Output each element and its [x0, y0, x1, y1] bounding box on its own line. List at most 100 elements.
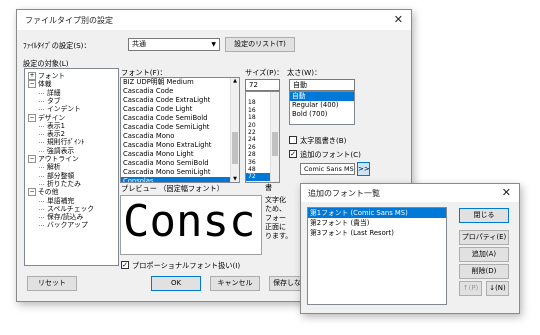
- tree-item-label: 表示2: [47, 130, 65, 139]
- tree-item[interactable]: スペルチェック: [39, 205, 94, 213]
- tree-connector: [39, 167, 44, 169]
- ok-button[interactable]: OK: [151, 276, 201, 291]
- main-titlebar: ファイルタイプ別の設定 ✕: [17, 10, 411, 30]
- font-list-item[interactable]: Cascadia Mono: [121, 132, 239, 141]
- add-font-list-button[interactable]: >>: [357, 162, 370, 176]
- additional-fonts-dialog: 追加のフォント一覧 ✕ 第1フォント (Comic Sans MS) 第2フォント…: [300, 183, 520, 314]
- note-line: 正面に: [265, 223, 286, 231]
- scroll-thumb[interactable]: [232, 132, 238, 164]
- tree-connector: [39, 150, 44, 152]
- tree-item[interactable]: 折りたたみ: [39, 179, 81, 188]
- move-up-button[interactable]: ↑(P): [459, 281, 482, 296]
- font-list-item[interactable]: BIZ UDP明朝 Medium: [121, 78, 239, 87]
- collapse-icon[interactable]: −: [28, 188, 36, 197]
- collapse-icon[interactable]: −: [28, 113, 36, 122]
- close-button[interactable]: 閉じる: [459, 208, 509, 223]
- font-list-item[interactable]: Cascadia Code Light: [121, 105, 239, 114]
- add-font-field[interactable]: Comic Sans MS, 貴当: [300, 163, 355, 175]
- tree-item-label: 表示1: [47, 121, 65, 130]
- font-list-item[interactable]: Cascadia Mono SemiBold: [121, 159, 239, 168]
- tree-item-label: その他: [38, 188, 59, 197]
- tree-item-label: タブ: [47, 96, 61, 105]
- tree-item[interactable]: バックアップ: [39, 221, 88, 229]
- tree-item-label: 強調表示: [47, 146, 75, 155]
- tree-connector: [39, 92, 44, 94]
- tree-item[interactable]: 規則行ﾎﾟｲﾝﾄ: [39, 138, 85, 147]
- italic-checkbox[interactable]: [289, 136, 297, 144]
- tree-item[interactable]: 表示2: [39, 130, 65, 139]
- tree-item-label: 折りたたみ: [47, 179, 81, 188]
- font-list-item[interactable]: Consolas: [121, 177, 239, 182]
- close-icon[interactable]: ✕: [394, 13, 403, 26]
- tree-item-label: フォント: [38, 72, 66, 80]
- font-list-item[interactable]: Cascadia Mono ExtraLight: [121, 141, 239, 150]
- additional-font-item[interactable]: 第3フォント (Last Resort): [308, 228, 446, 238]
- tree-item[interactable]: − デザイン: [28, 113, 65, 122]
- font-list[interactable]: BIZ UDP明朝 Medium Cascadia Code Cascadia Co…: [120, 77, 240, 183]
- note-line: フォー: [265, 214, 286, 222]
- reset-button[interactable]: リセット: [27, 276, 77, 291]
- tree-item-label: 単語補完: [47, 196, 75, 205]
- chevron-down-icon: ▼: [211, 41, 216, 48]
- tree-item[interactable]: タブ: [39, 96, 61, 105]
- cancel-button[interactable]: キャンセル: [210, 276, 260, 291]
- tree-item[interactable]: + フォント: [28, 72, 65, 80]
- weight-input[interactable]: 自動: [289, 79, 355, 91]
- collapse-icon[interactable]: −: [28, 155, 36, 163]
- settings-list-button[interactable]: 設定のリスト(T): [225, 37, 295, 52]
- additional-fonts-list[interactable]: 第1フォント (Comic Sans MS) 第2フォント (貴当) 第3フォント …: [307, 207, 447, 305]
- tree-connector: [39, 217, 44, 219]
- font-list-item[interactable]: Cascadia Mono Light: [121, 150, 239, 159]
- tree-item[interactable]: 表示1: [39, 121, 65, 130]
- size-list-scrollbar[interactable]: [270, 92, 279, 182]
- scroll-down-icon[interactable]: ▼: [231, 176, 239, 182]
- delete-button[interactable]: 削除(D): [459, 264, 509, 279]
- size-list[interactable]: 18 16 18 20 22 24 26 28 36 48 72: [245, 91, 280, 183]
- tree-item[interactable]: 部分整頓: [39, 171, 75, 180]
- tree-item-label: 規則行ﾎﾟｲﾝﾄ: [47, 138, 85, 147]
- tree-item[interactable]: − アウトライン: [28, 155, 79, 163]
- additional-font-item[interactable]: 第2フォント (貴当): [308, 218, 446, 228]
- font-list-scrollbar[interactable]: ▲ ▼: [230, 78, 239, 182]
- tree-item[interactable]: 詳細: [39, 89, 61, 97]
- move-down-button[interactable]: ↓(N): [486, 281, 509, 296]
- filetype-select[interactable]: 共通 ▼: [128, 38, 220, 51]
- font-list-item[interactable]: Cascadia Code: [121, 87, 239, 96]
- note-line: ため、: [265, 205, 286, 213]
- tree-item[interactable]: − その他: [28, 188, 59, 197]
- additional-font-item[interactable]: 第1フォント (Comic Sans MS): [308, 208, 446, 218]
- scroll-thumb[interactable]: [272, 132, 278, 156]
- font-list-item[interactable]: Cascadia Code ExtraLight: [121, 96, 239, 105]
- tree-item[interactable]: 保存/読込み: [39, 213, 84, 222]
- tree-item-label: 保存/読込み: [47, 213, 84, 222]
- proportional-checkbox[interactable]: ✓: [121, 261, 129, 269]
- scroll-up-icon[interactable]: ▲: [231, 78, 239, 84]
- expand-icon[interactable]: +: [28, 72, 36, 80]
- tree-item[interactable]: インデント: [39, 105, 81, 113]
- filetype-value: 共通: [132, 40, 146, 48]
- weight-list-item[interactable]: Regular (400): [290, 101, 354, 110]
- font-list-item[interactable]: Cascadia Code SemiLight: [121, 123, 239, 132]
- tree-item[interactable]: 単語補完: [39, 196, 75, 205]
- add-button[interactable]: 追加(A): [459, 247, 509, 262]
- font-list-item[interactable]: Cascadia Mono SemiLight: [121, 168, 239, 177]
- targets-tree[interactable]: + フォント − 体裁 詳細 タブ インデント − デザイン 表示1 表示2 規則行ﾎﾟｲﾝﾄ 強調表示…: [24, 68, 119, 266]
- tree-item[interactable]: 強調表示: [39, 146, 75, 155]
- size-input[interactable]: 72: [245, 79, 280, 91]
- font-list-item[interactable]: Cascadia Code SemiBold: [121, 114, 239, 123]
- note-line: ります。: [265, 232, 293, 240]
- tree-connector: [39, 125, 44, 127]
- weight-list-item[interactable]: 自動: [290, 92, 354, 101]
- add-font-checkbox[interactable]: ✓: [289, 150, 297, 158]
- collapse-icon[interactable]: −: [28, 80, 36, 89]
- tree-item[interactable]: 解析: [39, 163, 61, 171]
- tree-connector: [39, 142, 44, 144]
- properties-button[interactable]: プロパティ(E): [459, 230, 509, 245]
- note-text: 文字化 ため、 フォー 正面に ります。: [265, 196, 292, 241]
- close-icon[interactable]: ✕: [502, 186, 511, 199]
- tree-item-label: 部分整頓: [47, 171, 75, 180]
- sub-titlebar: 追加のフォント一覧 ✕: [301, 184, 519, 202]
- tree-item[interactable]: − 体裁: [28, 80, 52, 89]
- weight-list-item[interactable]: Bold (700): [290, 110, 354, 119]
- weight-list[interactable]: 自動 Regular (400) Bold (700): [289, 91, 355, 125]
